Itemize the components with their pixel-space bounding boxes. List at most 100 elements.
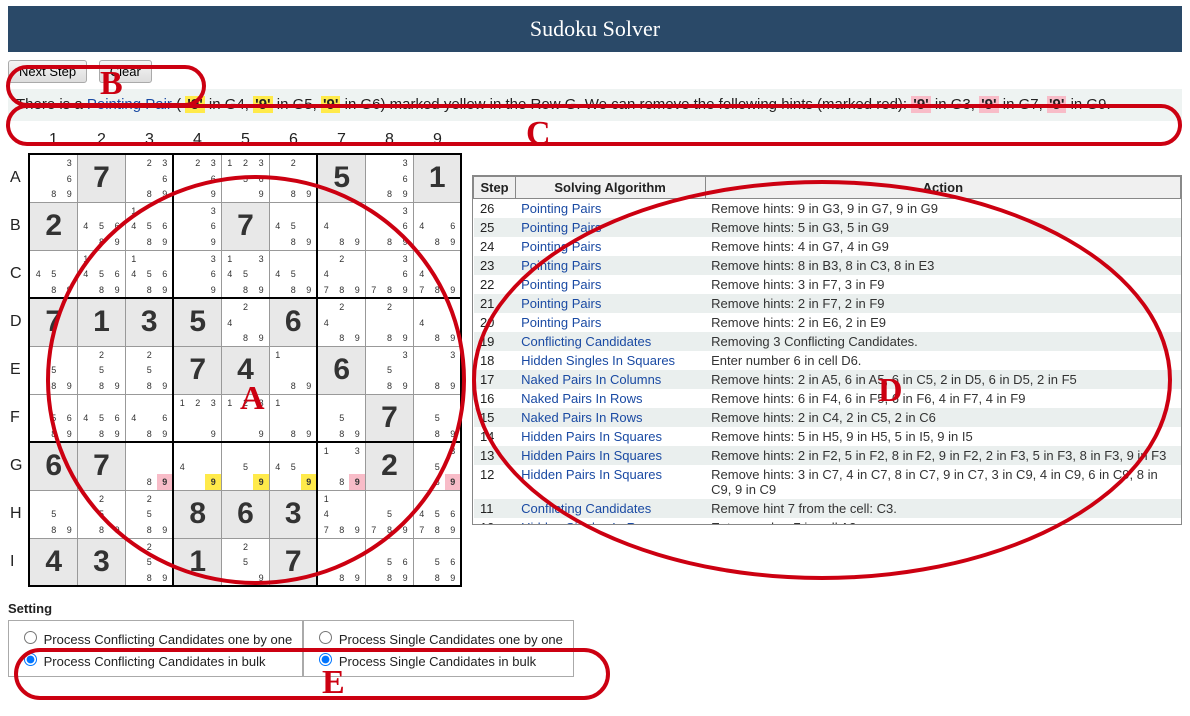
sudoku-cell[interactable]: 49 <box>173 442 221 490</box>
sudoku-cell[interactable]: 2489 <box>317 298 365 346</box>
sudoku-cell[interactable]: 2589 <box>125 346 173 394</box>
sudoku-cell[interactable]: 6 <box>269 298 317 346</box>
sudoku-cell[interactable]: 389 <box>413 346 461 394</box>
sudoku-cell[interactable]: 7 <box>77 154 125 202</box>
sudoku-cell[interactable]: 1 <box>77 298 125 346</box>
sudoku-cell[interactable]: 45689 <box>77 202 125 250</box>
sudoku-cell[interactable]: 5789 <box>365 490 413 538</box>
sudoku-cell[interactable]: 123569 <box>221 154 269 202</box>
history-row[interactable]: 10Hidden Singles In RowsEnter number 7 i… <box>474 518 1181 525</box>
sudoku-cell[interactable]: 4689 <box>125 394 173 442</box>
history-row[interactable]: 15Naked Pairs In RowsRemove hints: 2 in … <box>474 408 1181 427</box>
setting-single-onebyone[interactable]: Process Single Candidates one by one <box>314 628 563 647</box>
sudoku-cell[interactable]: 3689 <box>365 202 413 250</box>
sudoku-cell[interactable]: 14789 <box>317 490 365 538</box>
sudoku-cell[interactable]: 3589 <box>413 442 461 490</box>
sudoku-cell[interactable]: 369 <box>173 202 221 250</box>
sudoku-cell[interactable]: 3 <box>269 490 317 538</box>
sudoku-cell[interactable]: 489 <box>317 202 365 250</box>
sudoku-cell[interactable]: 4 <box>29 538 77 586</box>
sudoku-cell[interactable]: 4589 <box>269 250 317 298</box>
sudoku-cell[interactable]: 1239 <box>173 394 221 442</box>
clear-button[interactable]: Clear <box>99 60 152 83</box>
history-row[interactable]: 16Naked Pairs In RowsRemove hints: 6 in … <box>474 389 1181 408</box>
sudoku-cell[interactable]: 2589 <box>77 490 125 538</box>
sudoku-cell[interactable]: 89 <box>317 538 365 586</box>
sudoku-cell[interactable]: 3689 <box>29 154 77 202</box>
sudoku-cell[interactable]: 24789 <box>317 250 365 298</box>
sudoku-cell[interactable]: 8 <box>173 490 221 538</box>
sudoku-cell[interactable]: 5 <box>317 154 365 202</box>
sudoku-cell[interactable]: 5689 <box>365 538 413 586</box>
sudoku-cell[interactable]: 5689 <box>29 394 77 442</box>
history-row[interactable]: 21Pointing PairsRemove hints: 2 in F7, 2… <box>474 294 1181 313</box>
sudoku-cell[interactable]: 1 <box>173 538 221 586</box>
sudoku-cell[interactable]: 259 <box>221 538 269 586</box>
history-row[interactable]: 20Pointing PairsRemove hints: 2 in E6, 2… <box>474 313 1181 332</box>
history-row[interactable]: 25Pointing PairsRemove hints: 5 in G3, 5… <box>474 218 1181 237</box>
history-panel[interactable]: Step Solving Algorithm Action 26Pointing… <box>472 175 1182 525</box>
history-row[interactable]: 12Hidden Pairs In SquaresRemove hints: 3… <box>474 465 1181 499</box>
sudoku-cell[interactable]: 4789 <box>413 250 461 298</box>
setting-conflict-onebyone[interactable]: Process Conflicting Candidates one by on… <box>19 628 292 647</box>
sudoku-cell[interactable]: 3 <box>77 538 125 586</box>
history-row[interactable]: 11Conflicting CandidatesRemove hint 7 fr… <box>474 499 1181 518</box>
sudoku-cell[interactable]: 189 <box>269 346 317 394</box>
sudoku-cell[interactable]: 589 <box>29 490 77 538</box>
sudoku-cell[interactable]: 5 <box>173 298 221 346</box>
sudoku-cell[interactable]: 134589 <box>221 250 269 298</box>
sudoku-cell[interactable]: 289 <box>365 298 413 346</box>
history-row[interactable]: 17Naked Pairs In ColumnsRemove hints: 2 … <box>474 370 1181 389</box>
sudoku-cell[interactable]: 456789 <box>413 490 461 538</box>
history-row[interactable]: 18Hidden Singles In SquaresEnter number … <box>474 351 1181 370</box>
sudoku-cell[interactable]: 6 <box>29 442 77 490</box>
sudoku-cell[interactable]: 7 <box>77 442 125 490</box>
sudoku-cell[interactable]: 2589 <box>77 346 125 394</box>
history-row[interactable]: 19Conflicting CandidatesRemoving 3 Confl… <box>474 332 1181 351</box>
sudoku-cell[interactable]: 589 <box>317 394 365 442</box>
sudoku-cell[interactable]: 2369 <box>173 154 221 202</box>
sudoku-cell[interactable]: 2 <box>29 202 77 250</box>
sudoku-cell[interactable]: 3 <box>125 298 173 346</box>
sudoku-cell[interactable]: 459 <box>269 442 317 490</box>
sudoku-cell[interactable]: 23689 <box>125 154 173 202</box>
sudoku-cell[interactable]: 6 <box>221 490 269 538</box>
sudoku-cell[interactable]: 289 <box>269 154 317 202</box>
history-row[interactable]: 14Hidden Pairs In SquaresRemove hints: 5… <box>474 427 1181 446</box>
sudoku-cell[interactable]: 145689 <box>125 250 173 298</box>
sudoku-cell[interactable]: 1239 <box>221 394 269 442</box>
sudoku-cell[interactable]: 145689 <box>77 250 125 298</box>
sudoku-cell[interactable]: 145689 <box>125 202 173 250</box>
history-row[interactable]: 26Pointing PairsRemove hints: 9 in G3, 9… <box>474 199 1181 219</box>
history-row[interactable]: 24Pointing PairsRemove hints: 4 in G7, 4… <box>474 237 1181 256</box>
sudoku-cell[interactable]: 4589 <box>29 250 77 298</box>
history-row[interactable]: 13Hidden Pairs In SquaresRemove hints: 2… <box>474 446 1181 465</box>
sudoku-cell[interactable]: 589 <box>29 346 77 394</box>
next-step-button[interactable]: Next Step <box>8 60 87 83</box>
sudoku-cell[interactable]: 2489 <box>221 298 269 346</box>
sudoku-cell[interactable]: 2589 <box>125 490 173 538</box>
sudoku-cell[interactable]: 589 <box>413 394 461 442</box>
sudoku-cell[interactable]: 89 <box>125 442 173 490</box>
sudoku-cell[interactable]: 2589 <box>125 538 173 586</box>
sudoku-cell[interactable]: 489 <box>413 298 461 346</box>
hint-technique-link[interactable]: Pointing Pair <box>87 96 172 113</box>
sudoku-cell[interactable]: 6 <box>317 346 365 394</box>
setting-single-bulk[interactable]: Process Single Candidates in bulk <box>314 650 563 669</box>
sudoku-cell[interactable]: 7 <box>269 538 317 586</box>
sudoku-cell[interactable]: 36789 <box>365 250 413 298</box>
sudoku-cell[interactable]: 189 <box>269 394 317 442</box>
sudoku-cell[interactable]: 369 <box>173 250 221 298</box>
sudoku-cell[interactable]: 1389 <box>317 442 365 490</box>
setting-conflict-bulk[interactable]: Process Conflicting Candidates in bulk <box>19 650 292 669</box>
sudoku-cell[interactable]: 1 <box>413 154 461 202</box>
sudoku-cell[interactable]: 4689 <box>413 202 461 250</box>
sudoku-cell[interactable]: 2 <box>365 442 413 490</box>
sudoku-cell[interactable]: 4 <box>221 346 269 394</box>
sudoku-cell[interactable]: 45689 <box>77 394 125 442</box>
history-row[interactable]: 23Pointing PairsRemove hints: 8 in B3, 8… <box>474 256 1181 275</box>
sudoku-cell[interactable]: 5689 <box>413 538 461 586</box>
sudoku-cell[interactable]: 59 <box>221 442 269 490</box>
sudoku-cell[interactable]: 7 <box>29 298 77 346</box>
sudoku-cell[interactable]: 3589 <box>365 346 413 394</box>
